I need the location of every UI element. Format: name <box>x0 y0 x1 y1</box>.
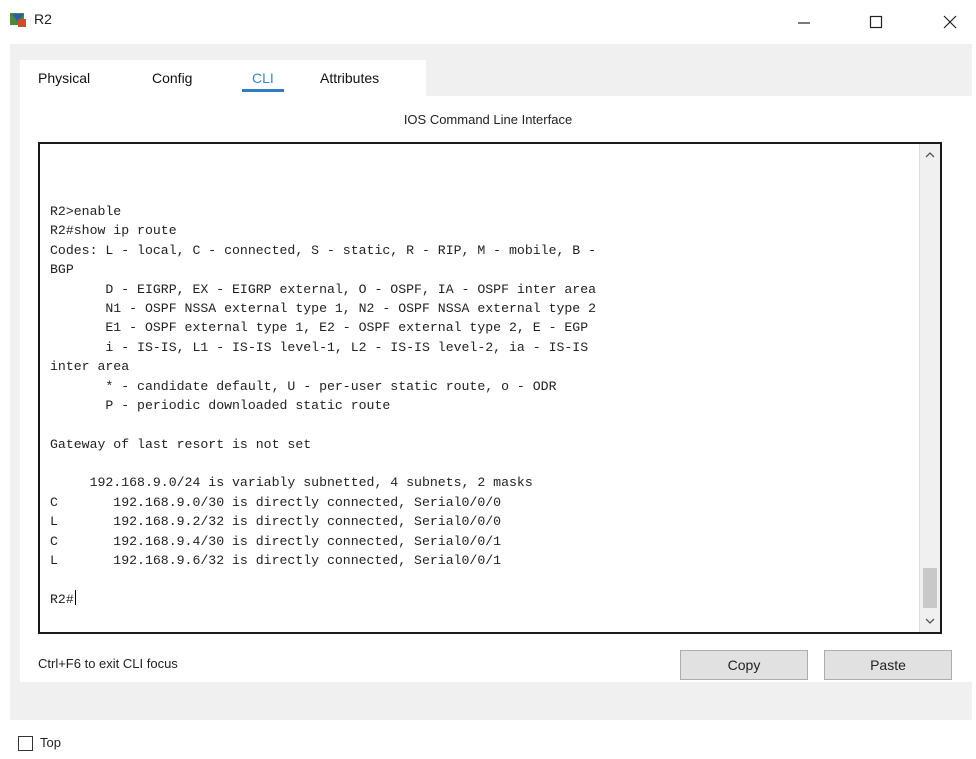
router-app-icon <box>8 10 28 30</box>
tab-physical-label: Physical <box>38 70 91 86</box>
exit-cli-hint: Ctrl+F6 to exit CLI focus <box>38 656 178 671</box>
prompt-text: R2# <box>50 591 74 607</box>
title-bar: R2 <box>0 0 976 44</box>
terminal-line: R2#show ip route <box>50 223 177 239</box>
scroll-down-button[interactable] <box>920 610 940 632</box>
terminal-prompt[interactable]: R2# <box>50 589 906 609</box>
terminal-line: inter area <box>50 359 130 375</box>
chevron-down-icon <box>925 618 935 624</box>
terminal-line: L 192.168.9.6/32 is directly connected, … <box>50 553 502 569</box>
top-checkbox-label: Top <box>40 735 61 750</box>
terminal-line: E1 - OSPF external type 1, E2 - OSPF ext… <box>50 320 589 336</box>
tab-attributes-label: Attributes <box>320 70 380 86</box>
tab-cli-label: CLI <box>252 70 274 86</box>
minimize-icon <box>798 22 810 24</box>
terminal-line: N1 - OSPF NSSA external type 1, N2 - OSP… <box>50 300 597 316</box>
scroll-up-button[interactable] <box>920 144 940 166</box>
paste-button[interactable]: Paste <box>824 650 952 680</box>
terminal-line: C 192.168.9.4/30 is directly connected, … <box>50 533 502 549</box>
active-tab-indicator <box>242 89 284 92</box>
chevron-up-icon <box>925 152 935 158</box>
footer-bar <box>0 724 976 759</box>
text-cursor <box>74 589 76 605</box>
terminal-output: R2>enable R2#show ip route Codes: L - loca… <box>50 202 906 609</box>
terminal-scrollbar[interactable] <box>919 144 940 632</box>
close-button[interactable] <box>930 4 970 40</box>
terminal-line: P - periodic downloaded static route <box>50 397 391 413</box>
tab-bar: Physical Config CLI Attributes <box>20 60 426 96</box>
tab-config[interactable]: Config <box>152 60 192 96</box>
terminal-line: Gateway of last resort is not set <box>50 436 312 452</box>
maximize-icon <box>869 15 883 29</box>
terminal-line: D - EIGRP, EX - EIGRP external, O - OSPF… <box>50 281 597 297</box>
minimize-button[interactable] <box>784 4 824 40</box>
copy-button[interactable]: Copy <box>680 650 808 680</box>
cli-terminal[interactable]: R2>enable R2#show ip route Codes: L - loca… <box>38 142 942 634</box>
tab-cli[interactable]: CLI <box>242 60 284 96</box>
top-checkbox[interactable] <box>18 736 33 751</box>
close-icon <box>943 15 957 29</box>
terminal-line: L 192.168.9.2/32 is directly connected, … <box>50 514 502 530</box>
terminal-line: Codes: L - local, C - connected, S - sta… <box>50 242 597 258</box>
terminal-line: R2>enable <box>50 204 122 219</box>
tab-config-label: Config <box>152 70 193 86</box>
terminal-line: 192.168.9.0/24 is variably subnetted, 4 … <box>50 475 533 491</box>
terminal-line: i - IS-IS, L1 - IS-IS level-1, L2 - IS-I… <box>50 339 589 355</box>
scroll-thumb[interactable] <box>923 568 937 608</box>
terminal-line: BGP <box>50 262 74 278</box>
terminal-line: C 192.168.9.0/30 is directly connected, … <box>50 494 502 510</box>
maximize-button[interactable] <box>856 4 896 40</box>
section-title: IOS Command Line Interface <box>403 112 573 127</box>
tab-attributes[interactable]: Attributes <box>320 60 379 96</box>
tab-physical[interactable]: Physical <box>38 60 90 96</box>
window-title: R2 <box>34 11 52 27</box>
terminal-line: * - candidate default, U - per-user stat… <box>50 378 557 394</box>
